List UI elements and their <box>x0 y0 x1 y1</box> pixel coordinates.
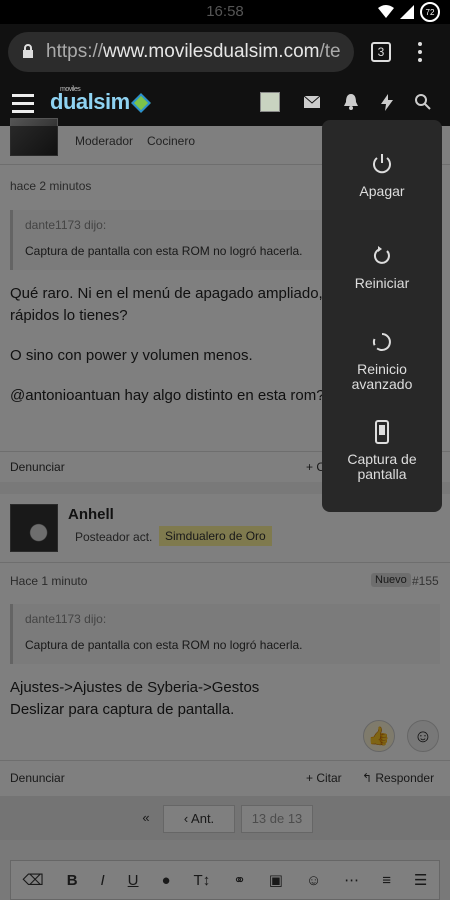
logo-diamond-icon <box>130 93 151 114</box>
lock-icon <box>23 44 33 58</box>
site-logo[interactable]: moviles dualsim <box>50 86 151 115</box>
advanced-restart-button[interactable]: Reinicio avanzado <box>322 330 442 392</box>
tab-switcher-button[interactable]: 3 <box>371 42 391 62</box>
power-icon <box>373 154 391 174</box>
url-path: /te <box>319 41 341 62</box>
screenshot-button[interactable]: Captura de pantalla <box>322 420 442 482</box>
restart-icon <box>373 246 390 264</box>
power-off-button[interactable]: Apagar <box>322 152 442 199</box>
battery-icon: 72 <box>420 2 440 22</box>
screenshot-label-2: pantalla <box>357 466 407 482</box>
user-avatar[interactable] <box>260 92 280 112</box>
more-options-icon[interactable] <box>418 42 424 66</box>
wifi-icon <box>378 5 394 18</box>
search-icon[interactable] <box>415 94 431 110</box>
restart-label: Reiniciar <box>354 275 410 291</box>
bell-icon[interactable] <box>344 94 358 110</box>
power-menu: Apagar Reiniciar Reinicio avanzado Captu… <box>322 120 442 512</box>
logo-small-text: moviles <box>60 86 81 93</box>
menu-icon[interactable] <box>12 94 34 118</box>
mail-icon[interactable] <box>304 96 320 108</box>
url-domain: www.movilesdualsim.com <box>103 41 320 62</box>
advanced-restart-label-1: Reinicio <box>357 361 407 377</box>
url-scheme: https:// <box>46 41 104 62</box>
signal-icon <box>400 5 414 19</box>
power-off-label: Apagar <box>359 183 405 199</box>
screenshot-label-1: Captura de <box>347 451 417 467</box>
restart-button[interactable]: Reiniciar <box>322 244 442 291</box>
advanced-restart-label-2: avanzado <box>351 376 413 392</box>
browser-toolbar: https://www.movilesdualsim.com/te 3 <box>0 24 450 80</box>
screenshot-icon <box>375 420 389 444</box>
address-bar[interactable]: https://www.movilesdualsim.com/te <box>8 32 354 72</box>
lightning-icon[interactable] <box>381 94 393 111</box>
status-bar: 16:58 72 <box>0 0 450 24</box>
advanced-restart-icon <box>372 333 391 351</box>
